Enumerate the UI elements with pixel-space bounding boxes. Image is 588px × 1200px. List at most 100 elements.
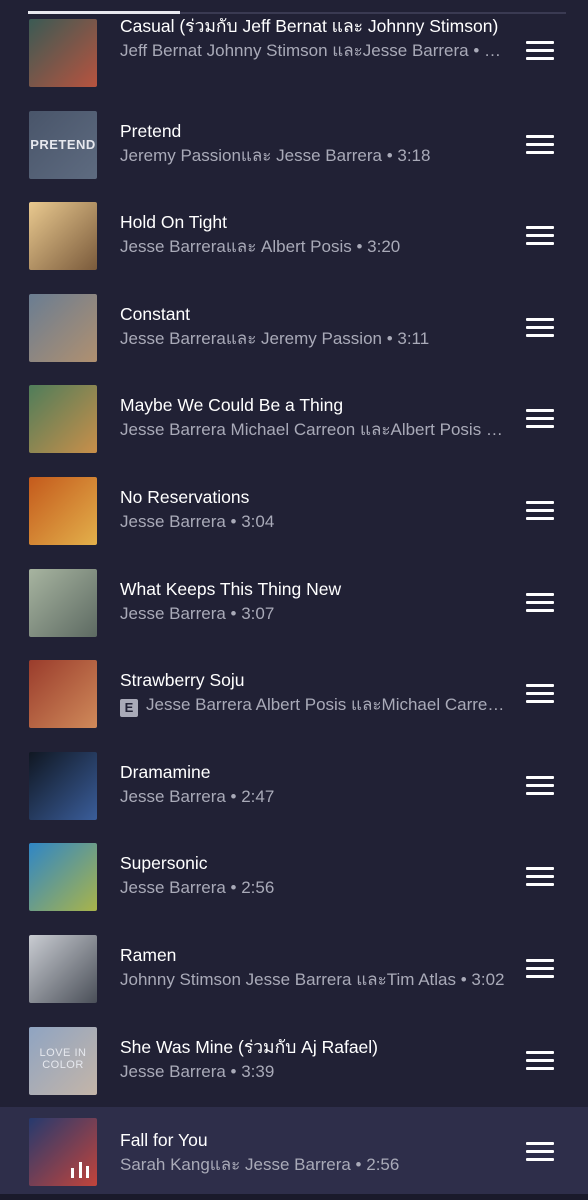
track-title: No Reservations: [120, 486, 250, 507]
album-art-image: [29, 19, 97, 87]
track-title: Constant: [120, 303, 191, 324]
now-playing-icon: [71, 1162, 89, 1179]
track-row[interactable]: Strawberry Soju E Jesse Barrera Albert Pos…: [0, 649, 588, 741]
track-subtitle: Jesse Barreraและ Jeremy Passion • 3:11: [120, 328, 505, 349]
track-info: Hold On Tight Jesse Barreraและ Albert Pos…: [120, 212, 505, 257]
album-art: [29, 19, 97, 87]
drag-handle-icon[interactable]: [526, 226, 556, 248]
bottom-edge: [0, 1194, 588, 1200]
track-artists-duration: Jesse Barrera • 2:47: [120, 786, 275, 806]
track-info: No Reservations Jesse Barrera • 3:04: [120, 487, 505, 532]
track-title: Fall for You: [120, 1130, 208, 1151]
track-info: Fall for You Sarah Kangและ Jesse Barrera …: [120, 1130, 505, 1175]
album-art-image: [29, 934, 97, 1003]
track-row[interactable]: Casual (ร่วมกับ Jeff Bernat และ Johnny S…: [0, 8, 588, 100]
track-artists-duration: Jesse Barrera Albert Posis และMichael Ca…: [146, 695, 505, 715]
album-art-text: LOVE IN COLOR: [39, 1046, 87, 1071]
queue-list: Casual (ร่วมกับ Jeff Bernat และ Johnny S…: [0, 8, 588, 1199]
track-artists-duration: Johnny Stimson Jesse Barrera และTim Atla…: [120, 969, 505, 989]
drag-handle-icon[interactable]: [526, 958, 556, 981]
album-art: PRETEND: [29, 110, 97, 179]
album-art: [29, 476, 97, 545]
track-artists-duration: Jesse Barrera • 3:04: [120, 511, 275, 531]
album-art: [29, 660, 97, 729]
track-subtitle: Jesse Barrera • 2:47: [120, 786, 505, 807]
track-artists-duration: Jeff Bernat Johnny Stimson และJesse Barr…: [120, 41, 505, 60]
album-art-image: [29, 843, 97, 912]
album-art-image: [29, 293, 97, 362]
drag-handle-icon[interactable]: [526, 409, 556, 431]
track-info: Ramen Johnny Stimson Jesse Barrera และTim…: [120, 945, 505, 990]
track-row[interactable]: Constant Jesse Barreraและ Jeremy Passion …: [0, 283, 588, 375]
track-title: Strawberry Soju: [120, 670, 245, 691]
album-art-image: [29, 476, 97, 545]
track-row[interactable]: Ramen Johnny Stimson Jesse Barrera และTim…: [0, 924, 588, 1016]
track-subtitle: Jeremy Passionและ Jesse Barrera • 3:18: [120, 145, 505, 166]
track-info: Maybe We Could Be a Thing Jesse Barrera M…: [120, 395, 505, 440]
drag-handle-icon[interactable]: [526, 134, 556, 157]
track-subtitle: E Jesse Barrera Albert Posis และMichael C…: [120, 694, 505, 718]
track-row[interactable]: Dramamine Jesse Barrera • 2:47: [0, 741, 588, 833]
track-title: Casual (ร่วมกับ Jeff Bernat และ Johnny S…: [120, 16, 499, 36]
track-info: Supersonic Jesse Barrera • 2:56: [120, 853, 505, 898]
drag-handle-icon[interactable]: [526, 1050, 556, 1073]
explicit-badge: E: [120, 699, 138, 718]
track-artists-duration: Jesse Barrera • 3:39: [120, 1061, 275, 1081]
drag-handle-icon[interactable]: [526, 684, 556, 706]
track-subtitle: Johnny Stimson Jesse Barrera และTim Atla…: [120, 969, 505, 990]
track-subtitle: Sarah Kangและ Jesse Barrera • 2:56: [120, 1154, 505, 1175]
track-subtitle: Jesse Barrera • 2:56: [120, 877, 505, 898]
track-subtitle: Jesse Barreraและ Albert Posis • 3:20: [120, 236, 505, 257]
track-row[interactable]: PRETEND Pretend Jeremy Passionและ Jesse Ba…: [0, 100, 588, 192]
queue-screen: Casual (ร่วมกับ Jeff Bernat และ Johnny S…: [0, 0, 588, 1200]
drag-handle-icon[interactable]: [526, 500, 556, 523]
drag-handle-icon[interactable]: [526, 317, 556, 340]
track-title: Ramen: [120, 944, 177, 965]
track-artists-duration: Jesse Barrera • 2:56: [120, 878, 275, 898]
track-title: Dramamine: [120, 761, 211, 782]
album-art: [29, 843, 97, 912]
track-row[interactable]: LOVE IN COLOR She Was Mine (ร่วมกับ Aj Ra…: [0, 1016, 588, 1108]
album-art: [29, 385, 97, 454]
drag-handle-icon[interactable]: [526, 775, 556, 798]
album-art-image: [29, 568, 97, 637]
track-subtitle: Jesse Barrera • 3:39: [120, 1061, 505, 1082]
track-artists-duration: Jesse Barreraและ Jeremy Passion • 3:11: [120, 328, 430, 348]
album-art-image: [29, 202, 97, 271]
album-art-image: [29, 751, 97, 820]
track-info: Dramamine Jesse Barrera • 2:47: [120, 762, 505, 807]
album-art: [29, 202, 97, 271]
track-info: What Keeps This Thing New Jesse Barrera •…: [120, 579, 505, 624]
track-row[interactable]: Fall for You Sarah Kangและ Jesse Barrera …: [0, 1107, 588, 1199]
album-art: [29, 293, 97, 362]
track-row[interactable]: Hold On Tight Jesse Barreraและ Albert Pos…: [0, 191, 588, 283]
drag-handle-icon[interactable]: [526, 1142, 556, 1164]
track-title: She Was Mine (ร่วมกับ Aj Rafael): [120, 1036, 378, 1057]
album-art: LOVE IN COLOR: [29, 1026, 97, 1095]
album-art-text: PRETEND: [30, 136, 96, 152]
track-artists-duration: Jesse Barreraและ Albert Posis • 3:20: [120, 237, 401, 257]
album-art-image: [29, 385, 97, 454]
track-info: Pretend Jeremy Passionและ Jesse Barrera •…: [120, 121, 505, 166]
track-artists-duration: Jeremy Passionและ Jesse Barrera • 3:18: [120, 145, 431, 165]
track-row[interactable]: No Reservations Jesse Barrera • 3:04: [0, 466, 588, 558]
drag-handle-icon[interactable]: [526, 867, 556, 889]
track-subtitle: Jesse Barrera Michael Carreon และAlbert …: [120, 419, 505, 440]
album-art: [29, 1118, 97, 1187]
track-title: Hold On Tight: [120, 212, 227, 233]
track-info: She Was Mine (ร่วมกับ Aj Rafael) Jesse Ba…: [120, 1037, 505, 1082]
drag-handle-icon[interactable]: [526, 41, 556, 63]
track-info: Strawberry Soju E Jesse Barrera Albert Pos…: [120, 670, 505, 718]
album-art: [29, 751, 97, 820]
track-info: Constant Jesse Barreraและ Jeremy Passion …: [120, 304, 505, 349]
drag-handle-icon[interactable]: [526, 592, 556, 615]
track-subtitle: Jesse Barrera • 3:07: [120, 603, 505, 624]
track-subtitle: Jesse Barrera • 3:04: [120, 511, 505, 532]
track-row[interactable]: Maybe We Could Be a Thing Jesse Barrera M…: [0, 374, 588, 466]
album-art-image: [29, 660, 97, 729]
track-row[interactable]: What Keeps This Thing New Jesse Barrera •…: [0, 558, 588, 650]
album-art: [29, 934, 97, 1003]
track-artists-duration: Jesse Barrera Michael Carreon และAlbert …: [120, 420, 505, 440]
track-row[interactable]: Supersonic Jesse Barrera • 2:56: [0, 832, 588, 924]
track-artists-duration: Sarah Kangและ Jesse Barrera • 2:56: [120, 1155, 400, 1175]
